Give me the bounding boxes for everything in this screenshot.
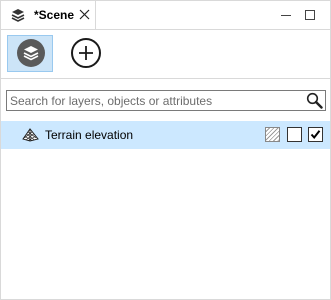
hatch-toggle[interactable]	[265, 127, 280, 142]
close-icon[interactable]	[79, 9, 90, 20]
terrain-icon	[22, 128, 39, 142]
layer-label: Terrain elevation	[45, 128, 134, 142]
visibility-checkbox[interactable]	[308, 127, 323, 142]
plus-icon	[79, 46, 93, 60]
search-icon[interactable]	[306, 92, 323, 109]
add-layer-button[interactable]	[71, 38, 101, 68]
tab-bar: *Scene	[1, 1, 330, 30]
search-box	[6, 90, 326, 111]
layer-row[interactable]: Terrain elevation	[1, 121, 330, 149]
layers-button[interactable]	[7, 35, 53, 72]
tab-scene[interactable]: *Scene	[1, 1, 96, 29]
minimize-icon[interactable]	[279, 8, 293, 22]
toolbar	[1, 30, 330, 79]
layers-icon	[11, 9, 25, 22]
layer-checkbox[interactable]	[287, 127, 302, 142]
maximize-icon[interactable]	[303, 8, 317, 22]
tab-title: *Scene	[34, 8, 75, 22]
scene-panel: *Scene Search for layers, objects or att…	[0, 0, 331, 300]
checkmark-icon	[310, 130, 321, 140]
layers-icon	[23, 46, 39, 61]
search-input[interactable]	[10, 92, 300, 109]
